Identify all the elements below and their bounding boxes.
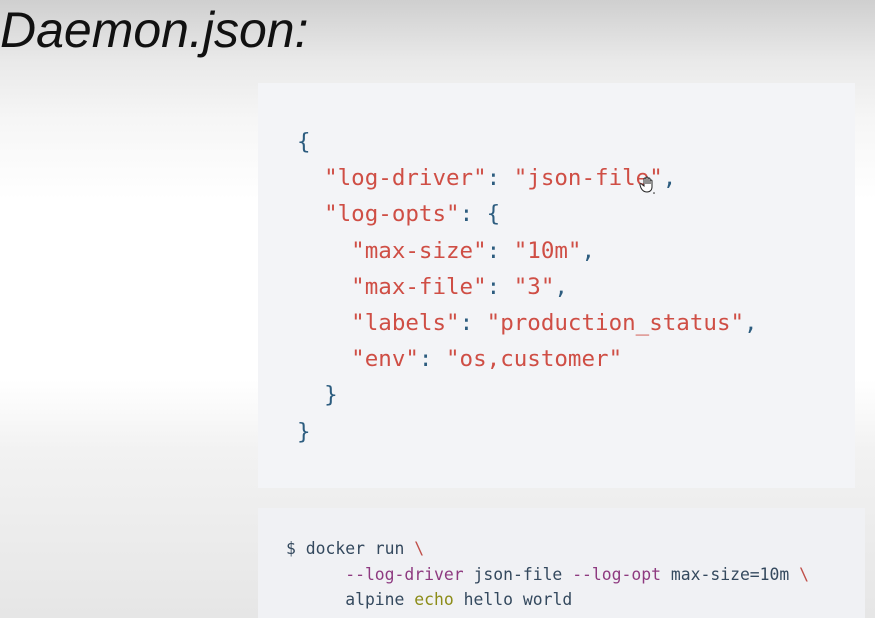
json-line: "log-driver": "json-file", — [297, 160, 758, 196]
code-token: : — [486, 165, 514, 192]
code-token: json-file — [463, 564, 573, 584]
code-token: "log-opts" — [297, 201, 460, 228]
code-token: "log-driver" — [297, 165, 487, 192]
code-token: , — [554, 273, 568, 300]
code-token: } — [297, 382, 338, 409]
code-token: : — [486, 237, 514, 264]
json-line: "labels": "production_status", — [297, 305, 758, 341]
code-token: "max-size" — [297, 237, 487, 264]
code-token: "env" — [297, 346, 419, 373]
code-token: , — [581, 237, 596, 264]
code-token: "3" — [513, 273, 555, 300]
code-token: --log-opt — [572, 564, 661, 584]
code-token: \ — [799, 564, 810, 584]
slide-title: Daemon.json: — [0, 2, 309, 58]
shell-line: --log-driver json-file --log-opt max-siz… — [286, 562, 809, 588]
docker-run-command: $ docker run \ --log-driver json-file --… — [286, 536, 809, 613]
json-line: "log-opts": { — [297, 196, 758, 232]
code-token: , — [744, 310, 758, 337]
code-token: "labels" — [297, 310, 460, 337]
code-token: "10m" — [513, 237, 582, 264]
code-token: max-size=10m — [661, 564, 800, 584]
json-line: } — [297, 377, 758, 413]
code-token: : — [486, 273, 514, 300]
code-token: { — [297, 129, 311, 155]
code-token: : — [418, 346, 447, 373]
code-token: \ — [414, 539, 425, 558]
code-token: alpine — [286, 590, 415, 609]
code-token: , — [662, 165, 677, 192]
code-token: } — [297, 418, 311, 445]
code-token: hello world — [453, 590, 573, 609]
code-token: : { — [459, 201, 501, 228]
shell-line: $ docker run \ — [286, 536, 809, 562]
shell-line: alpine echo hello world — [286, 587, 809, 613]
code-token: : — [459, 310, 487, 337]
hand-pointer-icon — [639, 176, 655, 194]
code-token: $ docker run — [286, 539, 415, 558]
code-token: "os,customer" — [446, 346, 623, 373]
json-line: "max-size": "10m", — [297, 233, 758, 269]
json-line: "env": "os,customer" — [297, 341, 758, 377]
json-line: { — [297, 124, 758, 160]
code-token: --log-driver — [286, 564, 464, 584]
code-token: "production_status" — [486, 310, 745, 337]
daemon-json-code: { "log-driver": "json-file", "log-opts":… — [297, 124, 758, 450]
json-line: } — [297, 414, 758, 450]
code-token: "max-file" — [297, 273, 487, 300]
json-line: "max-file": "3", — [297, 269, 758, 305]
code-token: echo — [414, 590, 454, 609]
